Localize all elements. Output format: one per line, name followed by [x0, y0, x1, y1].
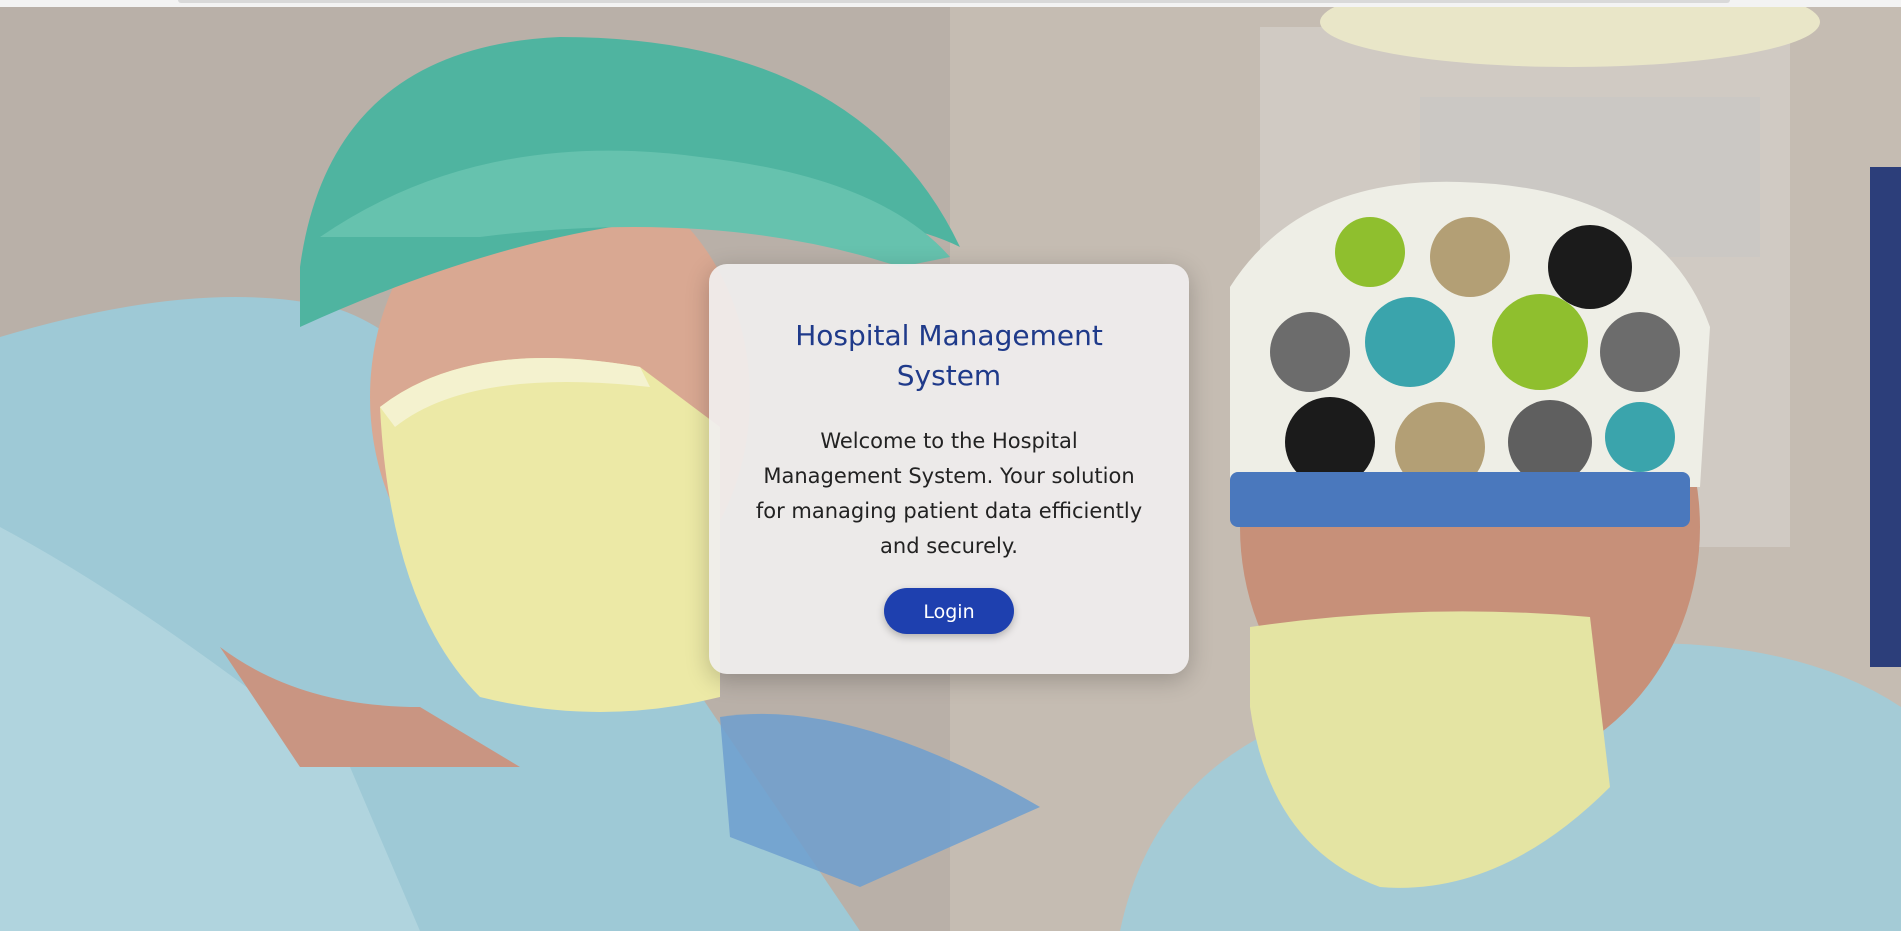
landing-page: Hospital Management System Welcome to th… [0, 0, 1901, 933]
welcome-card: Hospital Management System Welcome to th… [709, 264, 1189, 674]
top-bar-handle [178, 0, 1730, 3]
top-bar [0, 0, 1901, 7]
welcome-message: Welcome to the Hospital Management Syste… [755, 429, 1143, 558]
page-title: Hospital Management System [795, 319, 1103, 392]
login-button[interactable]: Login [884, 588, 1014, 634]
